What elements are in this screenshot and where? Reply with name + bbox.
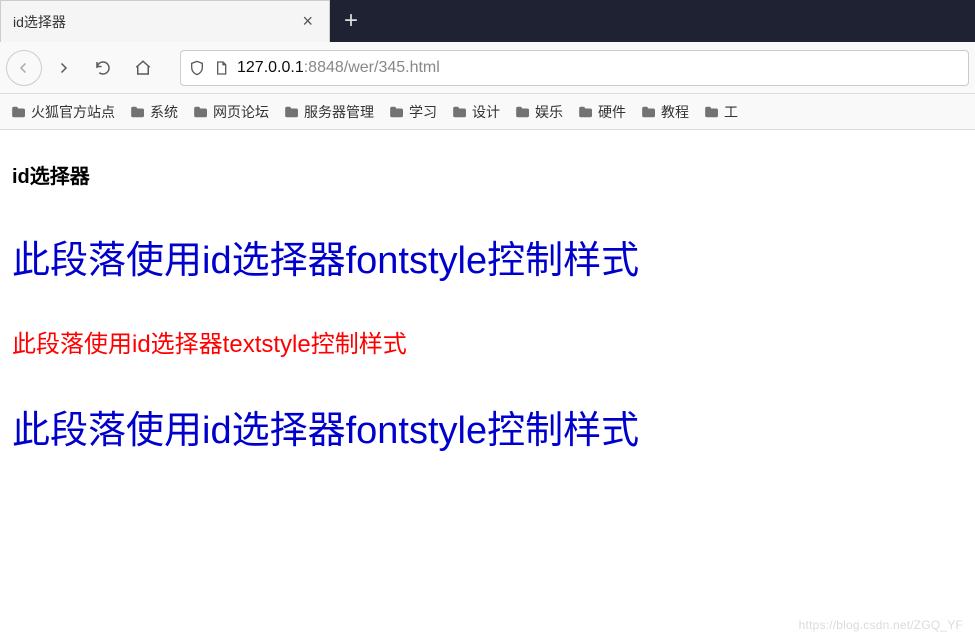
back-button[interactable] bbox=[6, 50, 42, 86]
home-icon bbox=[134, 59, 152, 77]
bookmark-label: 服务器管理 bbox=[304, 102, 374, 122]
bookmark-label: 设计 bbox=[472, 102, 500, 122]
bookmark-folder[interactable]: 系统 bbox=[129, 102, 178, 122]
bookmark-folder[interactable]: 火狐官方站点 bbox=[10, 102, 115, 122]
folder-icon bbox=[192, 105, 208, 119]
forward-button[interactable] bbox=[44, 49, 82, 87]
address-bar[interactable]: 127.0.0.1:8848/wer/345.html bbox=[180, 50, 969, 86]
paragraph-fontstyle: 此段落使用id选择器fontstyle控制样式 bbox=[12, 229, 963, 284]
reload-icon bbox=[94, 59, 112, 77]
page-viewport: id选择器 此段落使用id选择器fontstyle控制样式 此段落使用id选择器… bbox=[0, 130, 975, 506]
browser-tab[interactable]: id选择器 × bbox=[0, 0, 330, 42]
new-tab-button[interactable]: + bbox=[330, 0, 372, 42]
page-heading: id选择器 bbox=[12, 160, 963, 189]
bookmark-label: 系统 bbox=[150, 102, 178, 122]
url-host: 127.0.0.1 bbox=[237, 59, 304, 77]
page-icon[interactable] bbox=[213, 60, 229, 76]
folder-icon bbox=[703, 105, 719, 119]
bookmark-folder[interactable]: 服务器管理 bbox=[283, 102, 374, 122]
bookmark-label: 硬件 bbox=[598, 102, 626, 122]
url-text: 127.0.0.1:8848/wer/345.html bbox=[237, 59, 440, 77]
arrow-left-icon bbox=[15, 59, 33, 77]
url-path: :8848/wer/345.html bbox=[304, 59, 440, 77]
home-button[interactable] bbox=[124, 49, 162, 87]
folder-icon bbox=[129, 105, 145, 119]
shield-icon[interactable] bbox=[189, 60, 205, 76]
folder-icon bbox=[388, 105, 404, 119]
plus-icon: + bbox=[344, 7, 358, 35]
watermark-text: https://blog.csdn.net/ZGQ_YF bbox=[799, 618, 963, 632]
folder-icon bbox=[451, 105, 467, 119]
paragraph-fontstyle: 此段落使用id选择器fontstyle控制样式 bbox=[12, 399, 963, 454]
bookmark-folder[interactable]: 工 bbox=[703, 102, 738, 122]
close-icon[interactable]: × bbox=[298, 11, 317, 32]
bookmark-label: 火狐官方站点 bbox=[31, 102, 115, 122]
folder-icon bbox=[283, 105, 299, 119]
reload-button[interactable] bbox=[84, 49, 122, 87]
bookmark-folder[interactable]: 硬件 bbox=[577, 102, 626, 122]
bookmark-label: 工 bbox=[724, 102, 738, 122]
paragraph-textstyle: 此段落使用id选择器textstyle控制样式 bbox=[12, 324, 963, 359]
bookmark-folder[interactable]: 网页论坛 bbox=[192, 102, 269, 122]
bookmark-folder[interactable]: 学习 bbox=[388, 102, 437, 122]
bookmark-label: 网页论坛 bbox=[213, 102, 269, 122]
bookmark-folder[interactable]: 教程 bbox=[640, 102, 689, 122]
bookmark-folder[interactable]: 娱乐 bbox=[514, 102, 563, 122]
tab-strip: id选择器 × + bbox=[0, 0, 975, 42]
bookmark-label: 娱乐 bbox=[535, 102, 563, 122]
arrow-right-icon bbox=[54, 59, 72, 77]
folder-icon bbox=[577, 105, 593, 119]
bookmark-label: 学习 bbox=[409, 102, 437, 122]
bookmark-bar: 火狐官方站点 系统 网页论坛 服务器管理 学习 设计 娱乐 硬件 教程 工 bbox=[0, 94, 975, 130]
folder-icon bbox=[10, 105, 26, 119]
tab-title: id选择器 bbox=[13, 12, 298, 32]
nav-toolbar: 127.0.0.1:8848/wer/345.html bbox=[0, 42, 975, 94]
folder-icon bbox=[640, 105, 656, 119]
bookmark-label: 教程 bbox=[661, 102, 689, 122]
bookmark-folder[interactable]: 设计 bbox=[451, 102, 500, 122]
folder-icon bbox=[514, 105, 530, 119]
